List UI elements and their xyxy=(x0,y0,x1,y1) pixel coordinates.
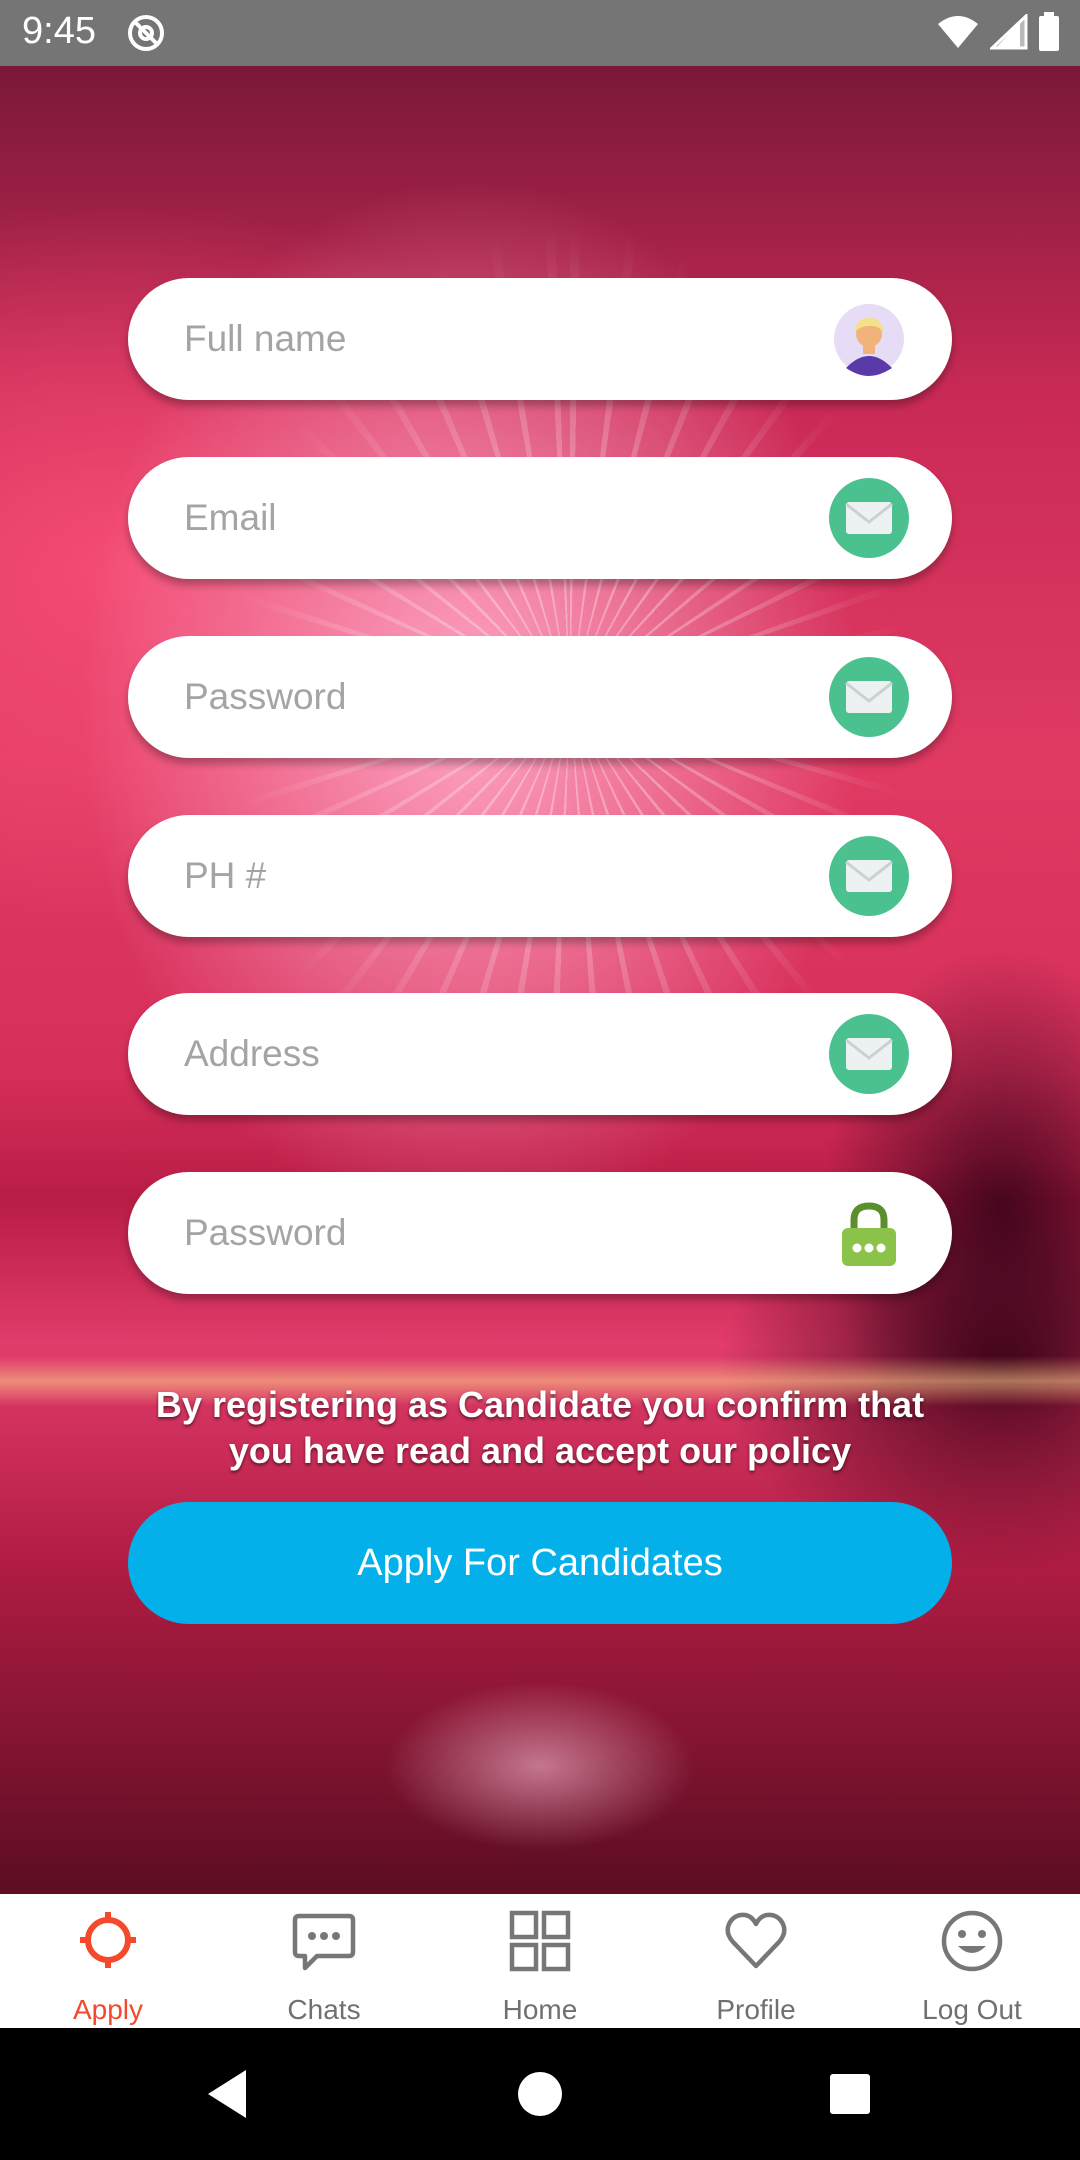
address-field[interactable] xyxy=(128,993,952,1115)
nav-label-apply: Apply xyxy=(72,1994,144,2025)
mail-icon xyxy=(829,478,909,558)
smiley-icon xyxy=(941,1910,1003,1972)
chat-icon xyxy=(292,1913,356,1971)
full-name-field[interactable] xyxy=(128,278,952,400)
email-field[interactable] xyxy=(128,457,952,579)
nav-item-logout[interactable]: Log Out xyxy=(864,1894,1080,2028)
nav-item-apply[interactable]: Apply xyxy=(0,1894,216,2028)
nav-label-profile: Profile xyxy=(716,1994,796,2025)
policy-text: By registering as Candidate you confirm … xyxy=(155,1384,925,1471)
phone-input[interactable] xyxy=(184,815,784,937)
recents-icon[interactable] xyxy=(818,2062,882,2126)
password-input[interactable] xyxy=(184,636,784,758)
at-sign-icon xyxy=(128,15,164,51)
full-name-input[interactable] xyxy=(184,278,784,400)
signal-icon xyxy=(990,14,1028,50)
heart-icon xyxy=(725,1912,787,1969)
back-icon[interactable] xyxy=(196,2062,260,2126)
lock-icon xyxy=(842,1202,896,1266)
phone-field[interactable] xyxy=(128,815,952,937)
password-field[interactable] xyxy=(128,636,952,758)
crosshair-icon xyxy=(80,1912,136,1968)
apply-for-candidates-button[interactable]: Apply For Candidates xyxy=(128,1502,952,1624)
nav-label-home: Home xyxy=(502,1994,578,2025)
system-nav-bar xyxy=(0,2028,1080,2160)
avatar-icon xyxy=(834,304,904,376)
status-bar: 9:45 xyxy=(0,0,1080,66)
mail-icon xyxy=(829,657,909,737)
status-icons xyxy=(936,12,1060,52)
mail-icon xyxy=(829,836,909,916)
mail-icon xyxy=(829,1014,909,1094)
confirm-password-input[interactable] xyxy=(184,1172,784,1294)
nav-item-profile[interactable]: Profile xyxy=(648,1894,864,2028)
address-input[interactable] xyxy=(184,993,784,1115)
home-circle-icon[interactable] xyxy=(508,2062,572,2126)
battery-icon xyxy=(1039,12,1059,51)
app-screen: 9:45 Full name Email Password PH # Addre… xyxy=(0,0,1080,2160)
nav-label-logout: Log Out xyxy=(922,1994,1022,2025)
status-time: 9:45 xyxy=(22,10,96,52)
email-input[interactable] xyxy=(184,457,784,579)
nav-item-home[interactable]: Home xyxy=(432,1894,648,2028)
confirm-password-field[interactable] xyxy=(128,1172,952,1294)
nav-label-chats: Chats xyxy=(287,1994,361,2025)
grid-icon xyxy=(509,1910,571,1972)
bottom-nav: Apply Chats Home Profile Log Out xyxy=(0,1894,1080,2028)
nav-item-chats[interactable]: Chats xyxy=(216,1894,432,2028)
wifi-icon xyxy=(938,16,978,48)
